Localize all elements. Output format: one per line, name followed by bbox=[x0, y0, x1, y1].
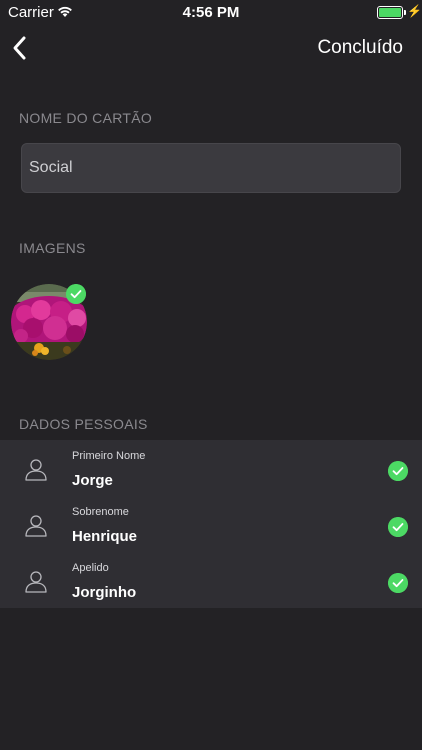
field-value: Jorginho bbox=[72, 584, 137, 601]
done-button[interactable]: Concluído bbox=[317, 37, 403, 59]
selected-check-icon[interactable] bbox=[388, 573, 408, 593]
battery-icon bbox=[377, 6, 406, 19]
person-icon bbox=[25, 459, 47, 481]
selected-check-icon[interactable] bbox=[388, 517, 408, 537]
personal-data-row-first-name[interactable]: Primeiro Nome Jorge bbox=[0, 440, 422, 496]
person-icon bbox=[25, 571, 47, 593]
field-label: Primeiro Nome bbox=[72, 450, 146, 462]
field-value: Jorge bbox=[72, 472, 113, 489]
back-chevron-icon[interactable] bbox=[8, 34, 34, 62]
person-icon bbox=[25, 515, 47, 537]
clock: 4:56 PM bbox=[182, 4, 240, 21]
card-name-input[interactable] bbox=[22, 144, 400, 192]
charging-icon: ⚡ bbox=[407, 4, 422, 18]
personal-data-row-nickname[interactable]: Apelido Jorginho bbox=[0, 552, 422, 608]
selected-check-icon[interactable] bbox=[388, 461, 408, 481]
image-selected-check-icon bbox=[66, 284, 86, 304]
personal-data-row-last-name[interactable]: Sobrenome Henrique bbox=[0, 496, 422, 552]
image-thumbnail[interactable] bbox=[11, 284, 87, 360]
card-name-section-label: NOME DO CARTÃO bbox=[19, 110, 153, 126]
images-section-label: IMAGENS bbox=[19, 240, 86, 256]
status-bar: Carrier 4:56 PM ⚡ bbox=[0, 0, 422, 24]
personal-data-section-label: DADOS PESSOAIS bbox=[19, 416, 148, 432]
card-name-field[interactable] bbox=[21, 143, 401, 193]
field-value: Henrique bbox=[72, 528, 138, 545]
field-label: Apelido bbox=[72, 562, 109, 574]
field-label: Sobrenome bbox=[72, 506, 129, 518]
personal-data-list: Primeiro Nome Jorge Sobrenome Henrique A… bbox=[0, 440, 422, 608]
